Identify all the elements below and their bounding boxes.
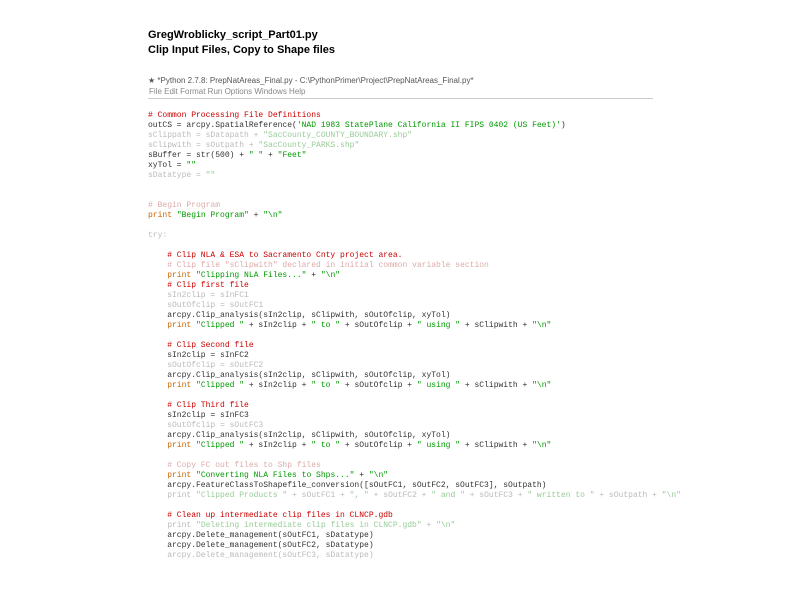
code-line: arcpy.Clip_analysis(sIn2clip, sClipwith,… bbox=[148, 311, 450, 320]
code-line: print "Converting NLA Files to Shps..." … bbox=[148, 471, 388, 480]
code-line: sOutOfclip = sOutFC2 bbox=[148, 361, 263, 370]
code-line: outCS = arcpy.SpatialReference('NAD 1983… bbox=[148, 121, 566, 130]
code-line: # Clip file "sClipwith" declared in init… bbox=[148, 261, 489, 270]
code-block: # Common Processing File Definitions out… bbox=[148, 101, 794, 561]
code-line: # Clean up intermediate clip files in CL… bbox=[148, 511, 393, 520]
code-line: sIn2clip = sInFC3 bbox=[148, 411, 249, 420]
code-line: # Clip Second file bbox=[148, 341, 254, 350]
code-line: # Copy FC out files to Shp files bbox=[148, 461, 321, 470]
doc-filename: GregWroblicky_script_Part01.py bbox=[148, 28, 794, 43]
window-title-text: *Python 2.7.8: PrepNatAreas_Final.py - C… bbox=[157, 76, 473, 85]
code-line: sOutOfclip = sOutFC1 bbox=[148, 301, 263, 310]
code-line: print "Clipped " + sIn2clip + " to " + s… bbox=[148, 321, 551, 330]
code-line: sDatatype = "" bbox=[148, 171, 215, 180]
code-line: print "Clipped Products " + sOutFC1 + ",… bbox=[148, 491, 681, 500]
doc-subtitle: Clip Input Files, Copy to Shape files bbox=[148, 43, 794, 58]
code-line: arcpy.Clip_analysis(sIn2clip, sClipwith,… bbox=[148, 371, 450, 380]
code-line: arcpy.Clip_analysis(sIn2clip, sClipwith,… bbox=[148, 431, 450, 440]
code-line: sIn2clip = sInFC2 bbox=[148, 351, 249, 360]
code-line: print "Begin Program" + "\n" bbox=[148, 211, 282, 220]
doc-heading: GregWroblicky_script_Part01.py Clip Inpu… bbox=[148, 28, 794, 58]
code-line: # Common Processing File Definitions bbox=[148, 111, 321, 120]
code-line: print "Clipped " + sIn2clip + " to " + s… bbox=[148, 441, 551, 450]
code-line: arcpy.Delete_management(sOutFC3, sDataty… bbox=[148, 551, 374, 560]
code-line: print "Deleting intermediate clip files … bbox=[148, 521, 455, 530]
document-page: GregWroblicky_script_Part01.py Clip Inpu… bbox=[0, 0, 794, 561]
code-line: sClipwith = sOutpath + "SacCounty_PARKS.… bbox=[148, 141, 359, 150]
menu-bar: File Edit Format Run Options Windows Hel… bbox=[148, 87, 794, 96]
code-line: arcpy.Delete_management(sOutFC1, sDataty… bbox=[148, 531, 374, 540]
code-line: try: bbox=[148, 231, 167, 240]
code-line: arcpy.Delete_management(sOutFC2, sDataty… bbox=[148, 541, 374, 550]
code-line: xyTol = "" bbox=[148, 161, 196, 170]
code-line: # Clip Third file bbox=[148, 401, 249, 410]
code-line: # Begin Program bbox=[148, 201, 220, 210]
divider bbox=[148, 98, 653, 99]
code-line: # Clip NLA & ESA to Sacramento Cnty proj… bbox=[148, 251, 402, 260]
code-line: sBuffer = str(500) + " " + "Feet" bbox=[148, 151, 306, 160]
code-line: sIn2clip = sInFC1 bbox=[148, 291, 249, 300]
code-line: print "Clipped " + sIn2clip + " to " + s… bbox=[148, 381, 551, 390]
code-line: print "Clipping NLA Files..." + "\n" bbox=[148, 271, 340, 280]
window-title: ★ *Python 2.7.8: PrepNatAreas_Final.py -… bbox=[148, 76, 794, 85]
code-line: sOutOfclip = sOutFC3 bbox=[148, 421, 263, 430]
code-line: arcpy.FeatureClassToShapefile_conversion… bbox=[148, 481, 546, 490]
star-icon: ★ bbox=[148, 76, 155, 85]
code-line: sClippath = sDatapath + "SacCounty_COUNT… bbox=[148, 131, 412, 140]
code-line: # Clip first file bbox=[148, 281, 249, 290]
